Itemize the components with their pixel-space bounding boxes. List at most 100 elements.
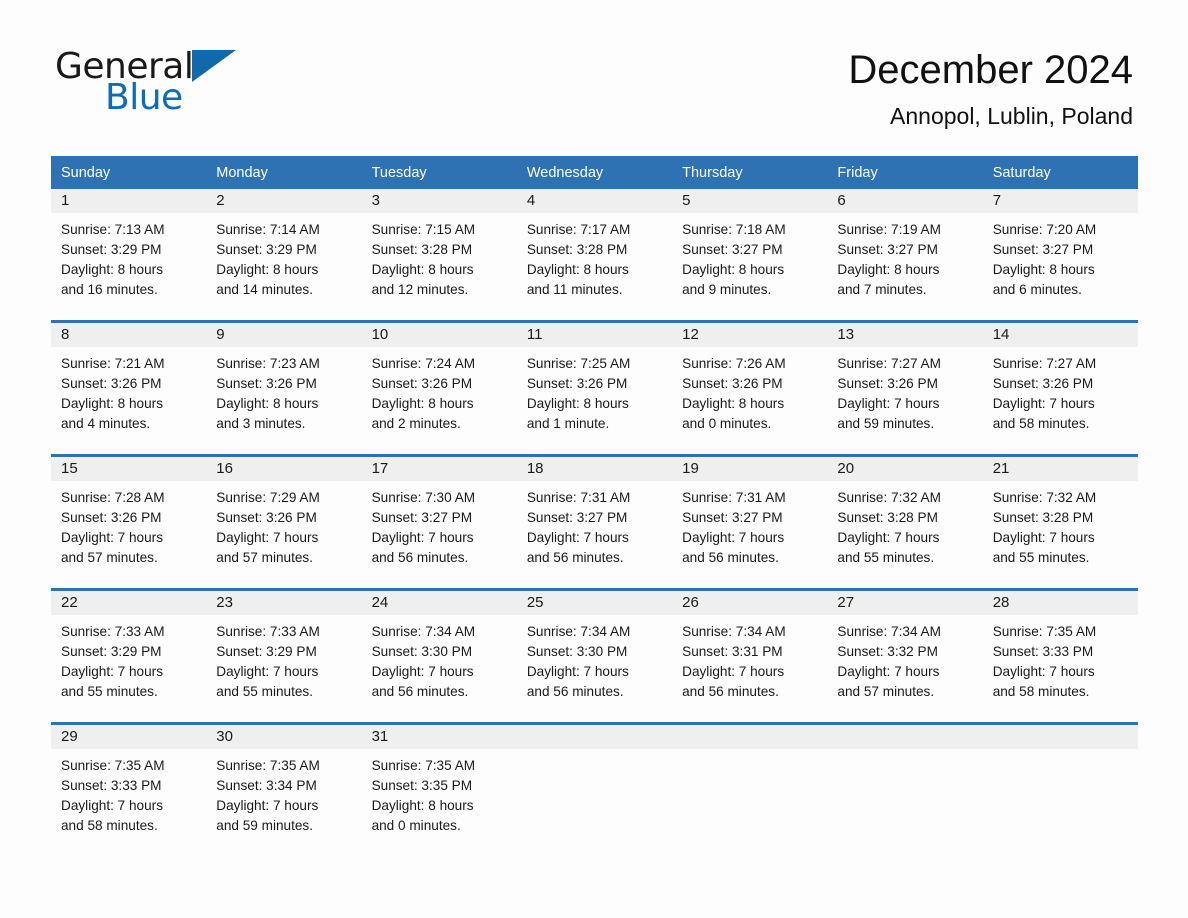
day-number: 25 [526, 594, 544, 611]
sunrise-text: Sunrise: 7:35 AM [992, 624, 1097, 639]
day-cell[interactable]: 10 Sunrise: 7:24 AM Sunset: 3:26 PM Dayl… [361, 320, 517, 456]
daylight-text-line2: and 55 minutes. [216, 684, 314, 699]
day-number: 27 [837, 594, 855, 611]
day-cell[interactable]: 22 Sunrise: 7:33 AM Sunset: 3:29 PM Dayl… [51, 588, 207, 724]
day-cell[interactable]: 6 Sunrise: 7:19 AM Sunset: 3:27 PM Dayli… [827, 189, 983, 322]
daylight-text-line1: Daylight: 8 hours [837, 262, 940, 277]
day-cell[interactable]: 2 Sunrise: 7:14 AM Sunset: 3:29 PM Dayli… [206, 189, 362, 322]
daylight-text-line1: Daylight: 7 hours [61, 798, 164, 813]
daylight-text-line1: Daylight: 8 hours [61, 396, 164, 411]
daylight-text-line2: and 6 minutes. [992, 282, 1082, 297]
day-cell[interactable]: 24 Sunrise: 7:34 AM Sunset: 3:30 PM Dayl… [361, 588, 517, 724]
day-cell[interactable]: 26 Sunrise: 7:34 AM Sunset: 3:31 PM Dayl… [672, 588, 828, 724]
day-cell[interactable]: 8 Sunrise: 7:21 AM Sunset: 3:26 PM Dayli… [51, 320, 207, 456]
day-number: 2 [216, 192, 225, 209]
daylight-text-line2: and 57 minutes. [216, 550, 314, 565]
day-cell[interactable]: 9 Sunrise: 7:23 AM Sunset: 3:26 PM Dayli… [206, 320, 362, 456]
daylight-text-line1: Daylight: 8 hours [682, 396, 785, 411]
day-number: 30 [216, 728, 233, 745]
day-cell[interactable]: 3 Sunrise: 7:15 AM Sunset: 3:28 PM Dayli… [361, 189, 517, 322]
daylight-text-line2: and 9 minutes. [682, 282, 772, 297]
daylight-text-line1: Daylight: 7 hours [216, 530, 319, 545]
daylight-text-line1: Daylight: 7 hours [371, 664, 474, 679]
day-cell[interactable]: 7 Sunrise: 7:20 AM Sunset: 3:27 PM Dayli… [982, 189, 1138, 322]
sunset-text: Sunset: 3:30 PM [371, 644, 473, 659]
sunrise-text: Sunrise: 7:25 AM [526, 356, 631, 371]
daylight-text-line1: Daylight: 7 hours [61, 664, 164, 679]
day-cell[interactable]: 25 Sunrise: 7:34 AM Sunset: 3:30 PM Dayl… [516, 588, 673, 724]
sunset-text: Sunset: 3:26 PM [216, 376, 317, 391]
general-blue-logo: General Blue [55, 46, 355, 126]
day-cell[interactable]: 16 Sunrise: 7:29 AM Sunset: 3:26 PM Dayl… [206, 454, 362, 590]
day-cell[interactable]: 27 Sunrise: 7:34 AM Sunset: 3:32 PM Dayl… [827, 588, 983, 724]
daylight-text-line1: Daylight: 8 hours [371, 262, 474, 277]
day-number: 26 [682, 594, 699, 611]
day-cell[interactable]: 31 Sunrise: 7:35 AM Sunset: 3:35 PM Dayl… [361, 722, 517, 856]
daylight-text-line1: Daylight: 7 hours [992, 664, 1095, 679]
weekday-header-tuesday: Tuesday [361, 156, 517, 189]
daylight-text-line2: and 12 minutes. [371, 282, 469, 297]
day-number: 14 [992, 326, 1010, 343]
sunset-text: Sunset: 3:28 PM [526, 242, 628, 257]
daylight-text-line2: and 56 minutes. [371, 684, 469, 699]
day-cell[interactable]: 5 Sunrise: 7:18 AM Sunset: 3:27 PM Dayli… [672, 189, 828, 322]
day-cell[interactable]: 18 Sunrise: 7:31 AM Sunset: 3:27 PM Dayl… [516, 454, 673, 590]
sunrise-text: Sunrise: 7:31 AM [526, 490, 631, 505]
day-cell[interactable]: 17 Sunrise: 7:30 AM Sunset: 3:27 PM Dayl… [361, 454, 517, 590]
day-number: 29 [61, 728, 78, 745]
day-cell[interactable]: 29 Sunrise: 7:35 AM Sunset: 3:33 PM Dayl… [51, 722, 207, 856]
day-cell[interactable]: 23 Sunrise: 7:33 AM Sunset: 3:29 PM Dayl… [206, 588, 362, 724]
weekday-header-sunday: Sunday [51, 156, 207, 189]
day-number: 13 [837, 326, 855, 343]
sunset-text: Sunset: 3:26 PM [992, 376, 1094, 391]
sunrise-text: Sunrise: 7:24 AM [371, 356, 476, 371]
sunrise-text: Sunrise: 7:26 AM [682, 356, 786, 371]
day-cell[interactable]: 15 Sunrise: 7:28 AM Sunset: 3:26 PM Dayl… [51, 454, 207, 590]
day-cell[interactable]: 11 Sunrise: 7:25 AM Sunset: 3:26 PM Dayl… [516, 320, 673, 456]
sunrise-text: Sunrise: 7:27 AM [992, 356, 1097, 371]
day-number: 24 [371, 594, 389, 611]
weekday-header-thursday: Thursday [672, 156, 828, 189]
day-cell[interactable]: 12 Sunrise: 7:26 AM Sunset: 3:26 PM Dayl… [672, 320, 828, 456]
daylight-text-line2: and 57 minutes. [61, 550, 158, 565]
sunrise-text: Sunrise: 7:21 AM [61, 356, 165, 371]
day-cell[interactable]: 14 Sunrise: 7:27 AM Sunset: 3:26 PM Dayl… [982, 320, 1138, 456]
day-cell[interactable]: 1 Sunrise: 7:13 AM Sunset: 3:29 PM Dayli… [51, 189, 207, 322]
day-number: 9 [216, 326, 225, 343]
day-number: 23 [216, 594, 233, 611]
day-number: 1 [61, 192, 70, 209]
sunrise-text: Sunrise: 7:23 AM [216, 356, 320, 371]
sunrise-text: Sunrise: 7:35 AM [61, 758, 165, 773]
daylight-text-line1: Daylight: 7 hours [992, 530, 1095, 545]
day-number: 11 [526, 326, 543, 343]
calendar-header-row: Sunday Monday Tuesday Wednesday Thursday… [51, 156, 1138, 189]
day-number: 16 [216, 460, 233, 477]
sunset-text: Sunset: 3:26 PM [526, 376, 628, 391]
page-header: General Blue December 2024 Annopol, Lubl… [0, 0, 1188, 130]
day-cell[interactable]: 30 Sunrise: 7:35 AM Sunset: 3:34 PM Dayl… [206, 722, 362, 856]
day-cell-empty [982, 722, 1138, 856]
sunset-text: Sunset: 3:31 PM [682, 644, 783, 659]
day-cell-empty [827, 722, 983, 856]
sunset-text: Sunset: 3:28 PM [371, 242, 473, 257]
sunset-text: Sunset: 3:27 PM [526, 510, 628, 525]
weekday-header-saturday: Saturday [982, 156, 1138, 189]
sunrise-text: Sunrise: 7:28 AM [61, 490, 165, 505]
daylight-text-line2: and 59 minutes. [216, 818, 314, 833]
sunrise-text: Sunrise: 7:34 AM [526, 624, 631, 639]
daylight-text-line2: and 11 minutes. [526, 282, 623, 297]
sunrise-text: Sunrise: 7:33 AM [61, 624, 165, 639]
day-cell[interactable]: 20 Sunrise: 7:32 AM Sunset: 3:28 PM Dayl… [827, 454, 983, 590]
day-cell[interactable]: 19 Sunrise: 7:31 AM Sunset: 3:27 PM Dayl… [672, 454, 828, 590]
day-cell[interactable]: 4 Sunrise: 7:17 AM Sunset: 3:28 PM Dayli… [516, 189, 673, 322]
day-cell[interactable]: 21 Sunrise: 7:32 AM Sunset: 3:28 PM Dayl… [982, 454, 1138, 590]
daylight-text-line2: and 58 minutes. [992, 416, 1090, 431]
day-cell[interactable]: 28 Sunrise: 7:35 AM Sunset: 3:33 PM Dayl… [982, 588, 1138, 724]
day-number: 21 [992, 460, 1010, 477]
week-row: 15 Sunrise: 7:28 AM Sunset: 3:26 PM Dayl… [51, 454, 1138, 590]
day-number: 12 [682, 326, 699, 343]
daylight-text-line2: and 55 minutes. [837, 550, 935, 565]
day-cell[interactable]: 13 Sunrise: 7:27 AM Sunset: 3:26 PM Dayl… [827, 320, 983, 456]
daylight-text-line2: and 55 minutes. [61, 684, 158, 699]
daylight-text-line2: and 0 minutes. [682, 416, 772, 431]
